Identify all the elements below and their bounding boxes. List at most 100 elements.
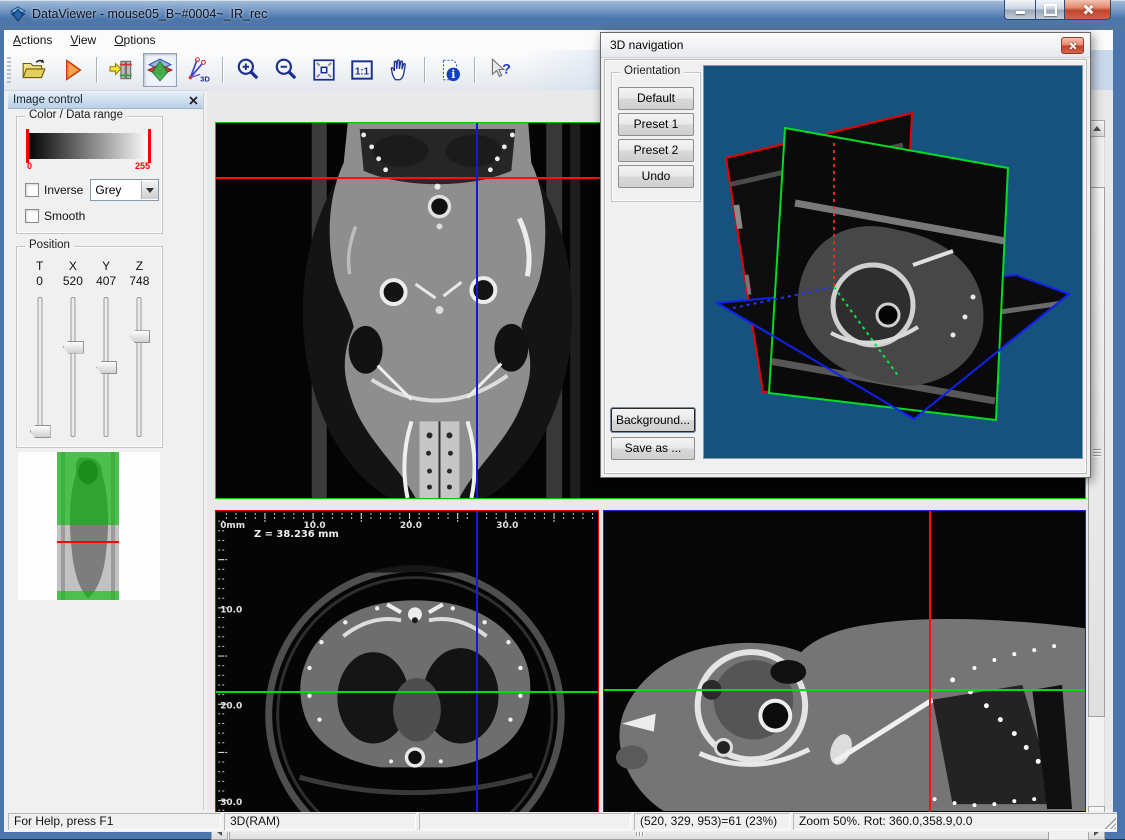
slider-thumb[interactable]	[129, 330, 150, 343]
palette-dropdown[interactable]: Grey	[90, 179, 159, 201]
dataset-info-icon: i	[437, 57, 463, 83]
dialog-title: 3D navigation	[610, 38, 683, 52]
resize-grip[interactable]	[1103, 816, 1116, 829]
range-min-marker[interactable]	[26, 129, 29, 163]
maximize-button[interactable]	[1036, 0, 1065, 20]
group-label: Color / Data range	[25, 109, 127, 121]
inverse-checkbox[interactable]	[25, 183, 39, 197]
close-button[interactable]	[1065, 0, 1111, 20]
ruler-label: 30.0	[220, 798, 242, 808]
close-icon	[1082, 4, 1093, 15]
toolbar-separator	[96, 57, 98, 83]
dialog-title-bar[interactable]: 3D navigation	[601, 33, 1090, 58]
slider-t: T 0	[23, 259, 56, 443]
color-data-range-group: Color / Data range 0 255 Inverse Grey	[16, 116, 163, 234]
slider-thumb[interactable]	[30, 425, 51, 438]
open-file-icon	[21, 57, 47, 83]
slider-label: Z	[136, 259, 143, 274]
orientation-group: Orientation Default Preset 1 Preset 2 Un…	[611, 72, 701, 202]
svg-text:?: ?	[502, 60, 511, 76]
panel-title: Image control	[13, 94, 83, 106]
ruler-label: 10.0	[220, 605, 242, 615]
orthoslices-icon	[147, 57, 173, 83]
background-button[interactable]: Background...	[611, 408, 695, 432]
panel-close-icon[interactable]	[188, 95, 199, 106]
ruler-origin-label: 0mm	[220, 521, 245, 531]
orientation-default-button[interactable]: Default	[618, 87, 694, 110]
ruler-label: 20.0	[220, 702, 242, 712]
slider-track[interactable]	[137, 297, 142, 437]
resample-icon	[109, 57, 135, 83]
dialog-body: Orientation Default Preset 1 Preset 2 Un…	[605, 60, 1086, 473]
toolbar-separator	[424, 57, 426, 83]
ruler-label: 20.0	[400, 521, 422, 531]
toolbar-gripper[interactable]	[7, 57, 11, 83]
3d-viewport[interactable]	[703, 65, 1083, 459]
close-icon	[1069, 42, 1076, 49]
zoom-out-button[interactable]	[269, 53, 303, 87]
open-file-button[interactable]	[17, 53, 51, 87]
slider-label: Y	[102, 259, 110, 274]
zoom-in-button[interactable]	[231, 53, 265, 87]
pan-button[interactable]	[383, 53, 417, 87]
status-bar: For Help, press F1 3D(RAM) (520, 329, 95…	[8, 812, 1117, 832]
status-help: For Help, press F1	[8, 813, 221, 830]
arrow-up-icon	[1093, 126, 1101, 131]
svg-text:i: i	[451, 68, 455, 81]
title-bar[interactable]: DataViewer - mouse05_B~#0004~_IR_rec	[0, 0, 1125, 30]
projection-thumbnail[interactable]	[18, 452, 160, 600]
slider-thumb[interactable]	[63, 341, 84, 354]
slider-value: 0	[36, 274, 43, 291]
slider-track[interactable]	[37, 297, 42, 437]
status-spare	[419, 813, 631, 830]
minimize-button[interactable]	[1004, 0, 1036, 20]
3d-navigation-dialog: 3D navigation Orientation Default Preset…	[600, 32, 1091, 478]
dropdown-arrow-icon[interactable]	[141, 181, 158, 199]
3d-view-button[interactable]: 3D	[181, 53, 215, 87]
sagittal-view[interactable]	[603, 510, 1086, 819]
save-as-button[interactable]: Save as ...	[611, 437, 695, 460]
slider-value: 407	[96, 274, 116, 291]
window-title: DataViewer - mouse05_B~#0004~_IR_rec	[32, 7, 267, 21]
range-max-label: 255	[135, 161, 150, 171]
panel-header[interactable]: Image control	[8, 92, 203, 109]
slider-thumb[interactable]	[96, 361, 117, 374]
orthoslices-button[interactable]	[143, 53, 177, 87]
range-max-marker[interactable]	[148, 129, 151, 163]
orientation-preset2-button[interactable]: Preset 2	[618, 139, 694, 162]
svg-text:3D: 3D	[200, 74, 210, 83]
image-control-panel: Image control Color / Data range 0 255 I	[8, 92, 204, 810]
range-min-label: 0	[27, 161, 32, 171]
menu-actions[interactable]: Actions	[4, 30, 61, 50]
axial-view[interactable]: 0mm 10.0 20.0 30.0 10.0 20.0 30.0 Z = 38…	[215, 510, 599, 819]
menu-options[interactable]: Options	[105, 30, 164, 50]
fit-to-window-button[interactable]	[307, 53, 341, 87]
smooth-checkbox[interactable]	[25, 209, 39, 223]
context-help-icon: ?	[487, 57, 513, 83]
3d-view-icon: 3D	[185, 57, 211, 83]
menu-view[interactable]: View	[61, 30, 105, 50]
pan-icon	[387, 57, 413, 83]
group-label: Position	[25, 239, 74, 251]
dialog-close-button[interactable]	[1061, 37, 1084, 54]
status-voxel-value: (520, 329, 953)=61 (23%)	[634, 813, 790, 830]
slider-x: X 520	[56, 259, 89, 443]
actual-size-button[interactable]: 1:1	[345, 53, 379, 87]
orientation-undo-button[interactable]: Undo	[618, 165, 694, 188]
slider-track[interactable]	[70, 297, 75, 437]
slider-value: 748	[129, 274, 149, 291]
slider-z: Z 748	[123, 259, 156, 443]
dataset-info-button[interactable]: i	[433, 53, 467, 87]
maximize-icon	[1044, 4, 1057, 16]
gradient-bar[interactable]	[27, 133, 150, 159]
inverse-label: Inverse	[44, 183, 83, 197]
context-help-button[interactable]: ?	[483, 53, 517, 87]
resample-button[interactable]	[105, 53, 139, 87]
run-icon	[59, 57, 85, 83]
app-icon[interactable]	[10, 6, 26, 22]
sagittal-ct-image	[604, 511, 1085, 818]
orientation-preset1-button[interactable]: Preset 1	[618, 113, 694, 136]
slider-label: X	[69, 259, 77, 274]
run-button[interactable]	[55, 53, 89, 87]
smooth-label: Smooth	[44, 209, 85, 223]
